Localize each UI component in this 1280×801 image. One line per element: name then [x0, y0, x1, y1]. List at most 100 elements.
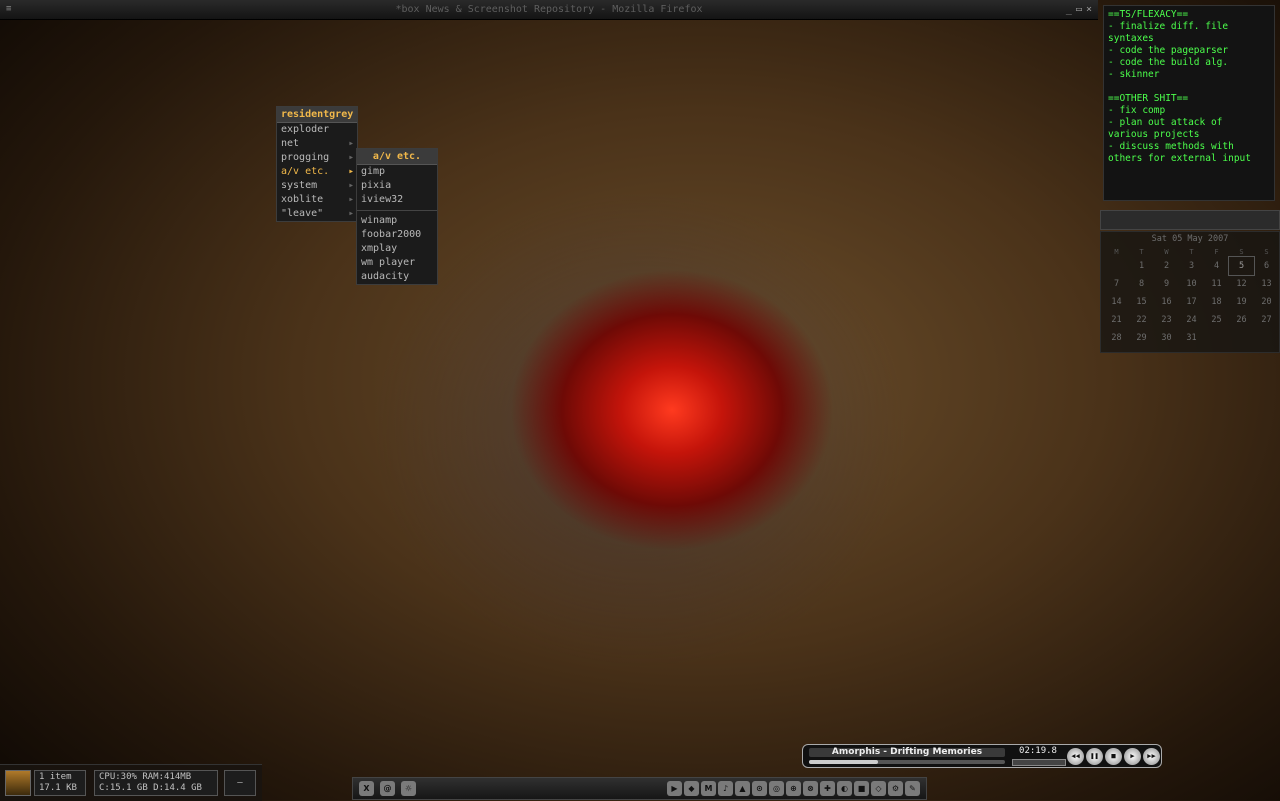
menu-item[interactable]: winamp	[357, 214, 437, 228]
av-submenu-title[interactable]: a/v etc.	[357, 149, 437, 165]
app-logo-icon[interactable]	[5, 770, 31, 796]
tray-icon[interactable]: ✎	[905, 781, 920, 796]
calendar-day[interactable]: 8	[1129, 275, 1154, 293]
calendar-day[interactable]: 11	[1204, 275, 1229, 293]
close-button[interactable]: ×	[1086, 0, 1092, 19]
calendar-day[interactable]: 12	[1229, 275, 1254, 293]
calendar-day[interactable]: 3	[1179, 257, 1204, 275]
stats-toggle-button[interactable]: –	[224, 770, 256, 796]
tray-icon[interactable]: ⚙	[888, 781, 903, 796]
tray-icon[interactable]: ⊕	[786, 781, 801, 796]
root-menu: residentgrey exploder net ▶ progging ▶ a/v et…	[276, 106, 358, 222]
menu-item[interactable]: system ▶	[277, 179, 357, 193]
tray-icon[interactable]: ◐	[837, 781, 852, 796]
note-line: others for external input	[1108, 153, 1251, 164]
pause-button[interactable]: ❚❚	[1086, 748, 1103, 765]
calendar-day[interactable]: 29	[1129, 329, 1154, 347]
calendar-day[interactable]: 25	[1204, 311, 1229, 329]
calendar-day[interactable]: 2	[1154, 257, 1179, 275]
previous-button[interactable]: ◀◀	[1067, 748, 1084, 765]
note-line: - skinner	[1108, 69, 1160, 80]
next-button[interactable]: ▶▶	[1143, 748, 1160, 765]
calendar-day[interactable]: 1	[1129, 257, 1154, 275]
calendar-day[interactable]: 14	[1104, 293, 1129, 311]
tray-icon[interactable]: ✚	[820, 781, 835, 796]
calendar-day[interactable]: 22	[1129, 311, 1154, 329]
menu-item[interactable]: exploder	[277, 123, 357, 137]
note-line: syntaxes	[1108, 33, 1154, 44]
calendar-day[interactable]: 28	[1104, 329, 1129, 347]
menu-item-label: net	[281, 138, 300, 149]
calendar-day[interactable]: 7	[1104, 275, 1129, 293]
tray-icon[interactable]: M	[701, 781, 716, 796]
tray-icon[interactable]: ◇	[871, 781, 886, 796]
tray-icon[interactable]: ⊗	[803, 781, 818, 796]
calendar-day[interactable]: 19	[1229, 293, 1254, 311]
calendar-day[interactable]: 16	[1154, 293, 1179, 311]
calendar-weekday: S	[1264, 247, 1269, 256]
calendar-day[interactable]: 13	[1254, 275, 1279, 293]
submenu-arrow-icon: ▶	[349, 168, 353, 175]
submenu-arrow-icon: ▶	[349, 140, 353, 147]
tray-icon[interactable]: ■	[854, 781, 869, 796]
menu-item[interactable]: "leave" ▶	[277, 207, 357, 221]
taskbar-app-icon[interactable]: ☼	[401, 781, 416, 796]
tray-icon[interactable]: ▲	[735, 781, 750, 796]
tray-icon[interactable]: ⊙	[752, 781, 767, 796]
calendar-title: Sat 05 May 2007	[1151, 234, 1229, 244]
media-player: Amorphis - Drifting Memories 02:19.8 ◀◀ ❚…	[802, 744, 1162, 768]
taskbar-app-icon[interactable]: @	[380, 781, 395, 796]
menu-item[interactable]: net ▶	[277, 137, 357, 151]
note-line: - fix comp	[1108, 105, 1166, 116]
minimize-button[interactable]: _	[1066, 0, 1072, 19]
menu-item[interactable]: pixia	[357, 179, 437, 193]
menu-item-label: "leave"	[281, 208, 324, 219]
taskbar-app-icon[interactable]: X	[359, 781, 374, 796]
menu-item[interactable]: xmplay	[357, 242, 437, 256]
note-line: ==OTHER SHIT==	[1108, 93, 1189, 104]
seek-bar[interactable]	[809, 760, 1005, 764]
play-button[interactable]: ▶	[1124, 748, 1141, 765]
menu-item-label: progging	[281, 152, 330, 163]
calendar-day[interactable]: 30	[1154, 329, 1179, 347]
calendar-day[interactable]: 26	[1229, 311, 1254, 329]
tray-icon[interactable]: ◆	[684, 781, 699, 796]
item-size: 17.1 KB	[39, 783, 77, 793]
calendar-day[interactable]: 18	[1204, 293, 1229, 311]
menu-item[interactable]: audacity	[357, 270, 437, 284]
menu-item[interactable]: a/v etc. ▶	[277, 165, 357, 179]
root-menu-title[interactable]: residentgrey	[277, 107, 357, 123]
tray-icon[interactable]: ♪	[718, 781, 733, 796]
calendar-day[interactable]: 4	[1204, 257, 1229, 275]
calendar-day[interactable]: 21	[1104, 311, 1129, 329]
menu-item[interactable]: gimp	[357, 165, 437, 179]
menu-item[interactable]: progging ▶	[277, 151, 357, 165]
calendar-day[interactable]: 27	[1254, 311, 1279, 329]
calendar-day[interactable]: 20	[1254, 293, 1279, 311]
calendar-widget: Sat 05 May 2007 MTWTFSS 1 2 3 4 5 6 7 8 9 10 11 12 1…	[1100, 231, 1280, 353]
calendar-day[interactable]: 15	[1129, 293, 1154, 311]
window-titlebar[interactable]: ≡ *box News & Screenshot Repository - Mo…	[0, 0, 1098, 20]
calendar-day[interactable]: 5	[1228, 256, 1255, 276]
calendar-day[interactable]: 9	[1154, 275, 1179, 293]
stop-button[interactable]: ■	[1105, 748, 1122, 765]
calendar-day[interactable]: 10	[1179, 275, 1204, 293]
menu-item[interactable]: foobar2000	[357, 228, 437, 242]
calendar-day[interactable]: 23	[1154, 311, 1179, 329]
menu-item-label: exploder	[281, 124, 330, 135]
item-count: 1 item	[39, 772, 72, 782]
calendar-day[interactable]: 31	[1179, 329, 1204, 347]
tray-icon[interactable]: ◎	[769, 781, 784, 796]
tray-icon[interactable]: ▶	[667, 781, 682, 796]
volume-slider[interactable]	[1012, 759, 1066, 766]
calendar-day[interactable]: 24	[1179, 311, 1204, 329]
calendar-day[interactable]: 6	[1254, 257, 1279, 275]
calendar-day[interactable]: 17	[1179, 293, 1204, 311]
calendar-header-bar	[1100, 210, 1280, 230]
calendar-weekday: T	[1139, 247, 1144, 256]
menu-item[interactable]: wm player	[357, 256, 437, 270]
maximize-button[interactable]: ▭	[1076, 0, 1082, 19]
note-line: - plan out attack of	[1108, 117, 1223, 128]
menu-item[interactable]: xoblite ▶	[277, 193, 357, 207]
menu-item[interactable]: iview32	[357, 193, 437, 207]
